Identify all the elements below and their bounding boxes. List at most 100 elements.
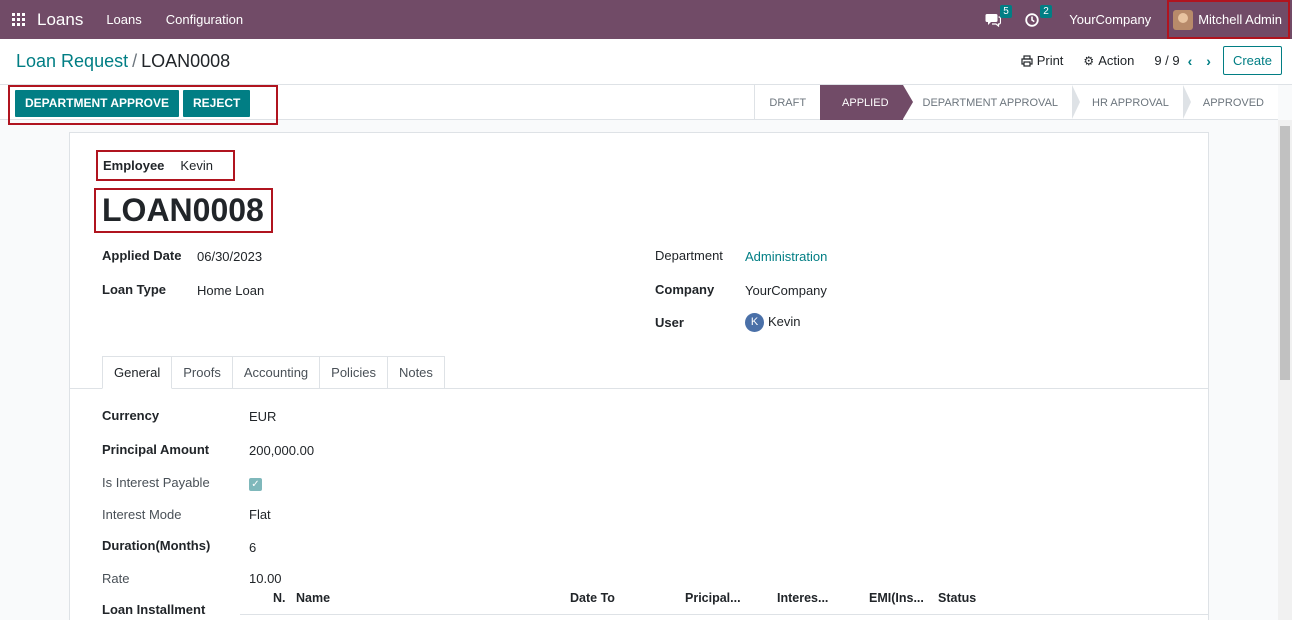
form-statusbar: DEPARTMENT APPROVE REJECT DRAFT APPLIED … [0, 85, 1278, 125]
app-title[interactable]: Loans [37, 10, 83, 30]
breadcrumb-loan-request[interactable]: Loan Request [16, 51, 128, 71]
interest-mode-label: Interest Mode [102, 507, 182, 522]
user-avatar [1173, 9, 1194, 30]
stage-applied: APPLIED [820, 85, 914, 120]
applied-date-label: Applied Date [102, 248, 182, 263]
activities-count-badge: 2 [1040, 4, 1052, 18]
user-menu[interactable]: Mitchell Admin [1167, 0, 1290, 39]
tab-general[interactable]: General [102, 356, 173, 389]
rate-label: Rate [102, 571, 130, 586]
user-name: Mitchell Admin [1198, 12, 1282, 27]
company-value[interactable]: YourCompany [745, 283, 827, 298]
stage-draft[interactable]: DRAFT [755, 85, 820, 120]
installment-table-header: N. Name Date To Pricipal... Interes... E… [240, 591, 1208, 615]
currency-label: Currency [102, 408, 160, 423]
gear-icon: ⚙ [1083, 53, 1095, 68]
employee-label: Employee [103, 158, 165, 173]
duration-value[interactable]: 6 [249, 540, 256, 555]
currency-field: Currency EUR [102, 408, 276, 424]
checkmark-icon: ✓ [249, 478, 262, 491]
print-button[interactable]: Print [1021, 53, 1064, 68]
user-avatar-initial: K [745, 313, 764, 332]
chat-icon [985, 13, 1002, 27]
column-principal[interactable]: Pricipal... [685, 591, 741, 605]
pager-next-icon[interactable]: › [1206, 53, 1211, 69]
company-label: Company [655, 282, 715, 297]
reject-button[interactable]: REJECT [183, 90, 251, 117]
scrollbar[interactable] [1278, 120, 1292, 620]
loan-type-value[interactable]: Home Loan [197, 283, 264, 298]
stage-department-approval[interactable]: DEPARTMENT APPROVAL [903, 85, 1080, 120]
column-name[interactable]: Name [296, 591, 330, 605]
interest-payable-checkbox[interactable]: ✓ [249, 475, 262, 491]
tab-proofs[interactable]: Proofs [171, 356, 233, 389]
user-value: Kevin [768, 313, 801, 329]
tab-accounting[interactable]: Accounting [231, 356, 321, 389]
notebook-tabs: General Proofs Accounting Policies Notes [102, 356, 445, 389]
principal-amount-label: Principal Amount [102, 442, 210, 457]
user-value-wrapper[interactable]: K Kevin [745, 313, 801, 332]
column-number[interactable]: N. [273, 591, 286, 605]
column-emi[interactable]: EMI(Ins... [869, 591, 924, 605]
principal-amount-value[interactable]: 200,000.00 [249, 443, 314, 458]
messages-count-badge: 5 [1000, 4, 1012, 18]
messages-button[interactable]: 5 [985, 4, 1012, 27]
loan-type-field: Loan Type Home Loan [102, 282, 264, 298]
stage-approved[interactable]: APPROVED [1183, 85, 1278, 120]
activities-button[interactable]: 2 [1025, 4, 1052, 27]
action-buttons-group: DEPARTMENT APPROVE REJECT [8, 85, 278, 125]
column-interest[interactable]: Interes... [777, 591, 828, 605]
control-panel: Loan Request / LOAN0008 Print ⚙ Action 9 /… [0, 39, 1292, 85]
applied-date-value[interactable]: 06/30/2023 [197, 249, 262, 264]
user-field: User K Kevin [655, 313, 801, 332]
tab-notes[interactable]: Notes [386, 356, 445, 389]
create-button[interactable]: Create [1222, 46, 1282, 75]
interest-mode-field: Interest Mode Flat [102, 507, 271, 522]
record-title: LOAN0008 [94, 188, 273, 233]
pager-value[interactable]: 9 / 9 [1154, 53, 1179, 68]
employee-value[interactable]: Kevin [180, 158, 213, 173]
department-label: Department [655, 248, 723, 263]
employee-field: Employee Kevin [96, 150, 235, 181]
tab-policies[interactable]: Policies [319, 356, 388, 389]
stage-hr-approval[interactable]: HR APPROVAL [1072, 85, 1191, 120]
top-navbar: Loans Loans Configuration 5 2 YourCompan… [0, 0, 1292, 39]
scrollbar-thumb[interactable] [1280, 126, 1290, 380]
department-approve-button[interactable]: DEPARTMENT APPROVE [15, 90, 180, 117]
department-field: Department Administration [655, 248, 827, 264]
duration-field: Duration(Months) 6 [102, 538, 256, 555]
interest-mode-value[interactable]: Flat [249, 507, 271, 522]
column-status[interactable]: Status [938, 591, 976, 605]
principal-amount-field: Principal Amount 200,000.00 [102, 442, 314, 458]
rate-value[interactable]: 10.00 [249, 571, 282, 586]
breadcrumb: Loan Request / LOAN0008 [16, 51, 230, 72]
breadcrumb-separator: / [132, 51, 138, 71]
column-date-to[interactable]: Date To [570, 591, 615, 605]
duration-label: Duration(Months) [102, 538, 211, 553]
stage-pipeline: DRAFT APPLIED DEPARTMENT APPROVAL HR APP… [754, 85, 1278, 120]
print-icon [1021, 54, 1033, 67]
breadcrumb-current: LOAN0008 [141, 51, 231, 71]
interest-payable-label: Is Interest Payable [102, 475, 210, 490]
menu-loans[interactable]: Loans [106, 12, 141, 27]
menu-configuration[interactable]: Configuration [166, 12, 243, 27]
apps-menu-icon[interactable] [0, 0, 36, 39]
print-label: Print [1036, 53, 1064, 68]
interest-payable-field: Is Interest Payable ✓ [102, 475, 262, 491]
loan-installment-field: Loan Installment [102, 602, 205, 617]
rate-field: Rate 10.00 [102, 571, 282, 586]
user-label: User [655, 315, 684, 330]
action-label: Action [1098, 53, 1135, 68]
company-switcher[interactable]: YourCompany [1069, 12, 1151, 27]
loan-type-label: Loan Type [102, 282, 167, 297]
clock-icon [1025, 12, 1039, 27]
action-button[interactable]: ⚙ Action [1083, 53, 1134, 68]
loan-installment-label: Loan Installment [102, 602, 206, 617]
form-sheet: Employee Kevin LOAN0008 Applied Date 06/… [69, 132, 1209, 620]
currency-value[interactable]: EUR [249, 409, 276, 424]
pager-previous-icon[interactable]: ‹ [1188, 53, 1193, 69]
tabs-divider [70, 388, 1208, 389]
company-field: Company YourCompany [655, 282, 827, 298]
department-value[interactable]: Administration [745, 249, 827, 264]
applied-date-field: Applied Date 06/30/2023 [102, 248, 262, 264]
